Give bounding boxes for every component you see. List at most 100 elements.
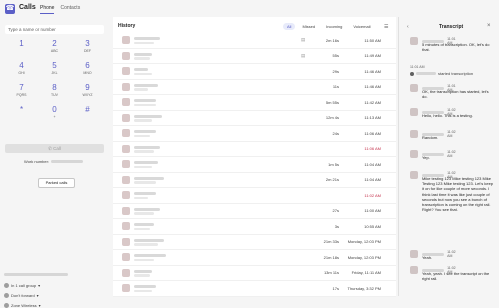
- history-row[interactable]: 17s Thursday, 3:32 PM: [113, 281, 396, 297]
- contact-name: [134, 238, 164, 242]
- call-time: Monday, 12:03 PM: [347, 254, 381, 260]
- call-duration: 21m 18s: [323, 254, 339, 260]
- parked-calls-button[interactable]: Parked calls: [38, 178, 75, 188]
- avatar: [122, 191, 130, 199]
- call-button[interactable]: ✆ Call: [5, 144, 104, 153]
- message-text: Yep.: [422, 155, 430, 160]
- filter-missed[interactable]: Missed: [298, 23, 319, 30]
- back-icon[interactable]: ‹: [407, 24, 409, 30]
- device-setting[interactable]: Zone Wireless ▾: [4, 303, 41, 308]
- history-row[interactable]: 29s 11:46 AM: [113, 64, 396, 80]
- keypad-key[interactable]: 7 PQRS: [5, 83, 38, 105]
- call-detail: [134, 41, 154, 44]
- history-row[interactable]: 2m 21s 11:04 AM: [113, 173, 396, 188]
- history-row[interactable]: 5m 55s 11:42 AM: [113, 95, 396, 111]
- history-row[interactable]: 11:06 AM: [113, 142, 396, 157]
- call-detail: [134, 88, 148, 91]
- keypad-key[interactable]: 6 MNO: [71, 61, 104, 83]
- work-number: Work number:: [24, 159, 84, 164]
- avatar: [122, 237, 130, 246]
- filter-icon[interactable]: ☰: [384, 24, 388, 30]
- contact-name: [134, 99, 156, 102]
- keypad-key[interactable]: 0 +: [38, 105, 71, 127]
- history-title: History: [118, 23, 136, 29]
- keypad-key[interactable]: *: [5, 105, 38, 127]
- device-label: Zone Wireless: [11, 303, 37, 308]
- call-time: Friday, 11:11 AM: [351, 270, 381, 275]
- voicemail-icon[interactable]: ▤: [301, 37, 305, 43]
- history-list: ▤ 2m 16s 11:50 AM ▤ 55s 11:49 AM 29s 11:46 AM 11…: [113, 33, 396, 297]
- call-time: 11:50 AM: [364, 37, 381, 43]
- history-row[interactable]: 21m 18s Monday, 12:03 PM: [113, 250, 396, 266]
- avatar: [410, 250, 418, 258]
- message-text: 5 minutes of transcription. OK, let's do…: [422, 42, 490, 53]
- keypad-key[interactable]: 5 JKL: [38, 61, 71, 83]
- history-row[interactable]: 21m 33s Monday, 12:03 PM: [113, 235, 396, 250]
- call-group-setting[interactable]: In 1 call group ▾: [4, 283, 40, 288]
- history-row[interactable]: 1m 5s 11:04 AM: [113, 157, 396, 173]
- avatar: [122, 98, 130, 106]
- tab-contacts[interactable]: Contacts: [60, 5, 80, 14]
- history-row[interactable]: 24s 11:06 AM: [113, 126, 396, 142]
- keypad-key[interactable]: 4 GHI: [5, 61, 38, 83]
- contact-name: [134, 52, 152, 56]
- call-detail: [134, 212, 154, 215]
- call-time: 11:46 AM: [364, 84, 381, 89]
- user-status[interactable]: [4, 273, 68, 276]
- keypad-key[interactable]: 3 DEF: [71, 39, 104, 61]
- key-digit: 4: [19, 61, 24, 70]
- call-duration: 55s: [332, 53, 339, 58]
- dial-search-input[interactable]: Type a name or number: [5, 25, 104, 34]
- history-row[interactable]: ▤ 2m 16s 11:50 AM: [113, 33, 396, 49]
- call-time: 11:06 AM: [364, 146, 381, 151]
- avatar: [122, 206, 130, 215]
- call-time: 11:04 AM: [364, 161, 381, 167]
- contact-name: [134, 176, 164, 180]
- keypad-key[interactable]: 8 TUV: [38, 83, 71, 105]
- call-detail: [134, 274, 150, 277]
- contact-name: [134, 114, 162, 118]
- history-row[interactable]: 3s 10:55 AM: [113, 219, 396, 235]
- work-number-label: Work number:: [24, 159, 50, 164]
- avatar: [122, 129, 130, 137]
- history-row[interactable]: 12m 4s 11:13 AM: [113, 111, 396, 126]
- history-row[interactable]: ▤ 55s 11:49 AM: [113, 49, 396, 64]
- event-time: 11:01 AM: [410, 65, 425, 69]
- avatar: [410, 171, 418, 179]
- history-row[interactable]: 11:02 AM: [113, 188, 396, 204]
- history-row[interactable]: 11s 11:46 AM: [113, 80, 396, 95]
- close-icon[interactable]: ×: [487, 23, 491, 29]
- keypad-key[interactable]: 9 WXYZ: [71, 83, 104, 105]
- filter-voicemail[interactable]: Voicemail: [349, 23, 374, 30]
- key-digit: 5: [52, 61, 57, 70]
- call-duration: 1m 5s: [328, 161, 339, 167]
- avatar: [410, 84, 418, 92]
- keypad-key[interactable]: 1: [5, 39, 38, 61]
- filter-all[interactable]: All: [283, 23, 296, 30]
- keypad-key[interactable]: #: [71, 105, 104, 127]
- call-duration: 27s: [332, 208, 339, 213]
- keypad-key[interactable]: 2 ABC: [38, 39, 71, 61]
- history-row[interactable]: 13m 11s Friday, 11:11 AM: [113, 266, 396, 281]
- dialer-panel: Type a name or number 1 2 ABC 3 DEF 4 GHI 5 JKL 6…: [0, 17, 110, 308]
- call-detail: [134, 181, 156, 184]
- call-detail: [134, 103, 156, 106]
- call-time: 11:46 AM: [364, 68, 381, 74]
- call-duration: 2m 16s: [325, 37, 339, 43]
- call-time: 11:49 AM: [364, 53, 381, 58]
- filter-incoming[interactable]: Incoming: [322, 23, 346, 30]
- avatar: [122, 175, 130, 184]
- avatar: [410, 130, 418, 138]
- avatar: [122, 284, 130, 292]
- call-duration: 11s: [332, 84, 339, 89]
- call-duration: 5m 55s: [325, 99, 339, 105]
- history-row[interactable]: 27s 11:00 AM: [113, 204, 396, 219]
- voicemail-icon[interactable]: ▤: [301, 53, 305, 59]
- avatar: [122, 160, 130, 168]
- avatar: [122, 144, 130, 153]
- key-digit: 3: [85, 39, 90, 48]
- key-digit: 2: [52, 39, 57, 48]
- key-digit: 7: [19, 83, 24, 92]
- tab-phone[interactable]: Phone: [40, 5, 55, 14]
- message-text: Mike testing 123 Mike testing 123 Mike T…: [422, 176, 494, 213]
